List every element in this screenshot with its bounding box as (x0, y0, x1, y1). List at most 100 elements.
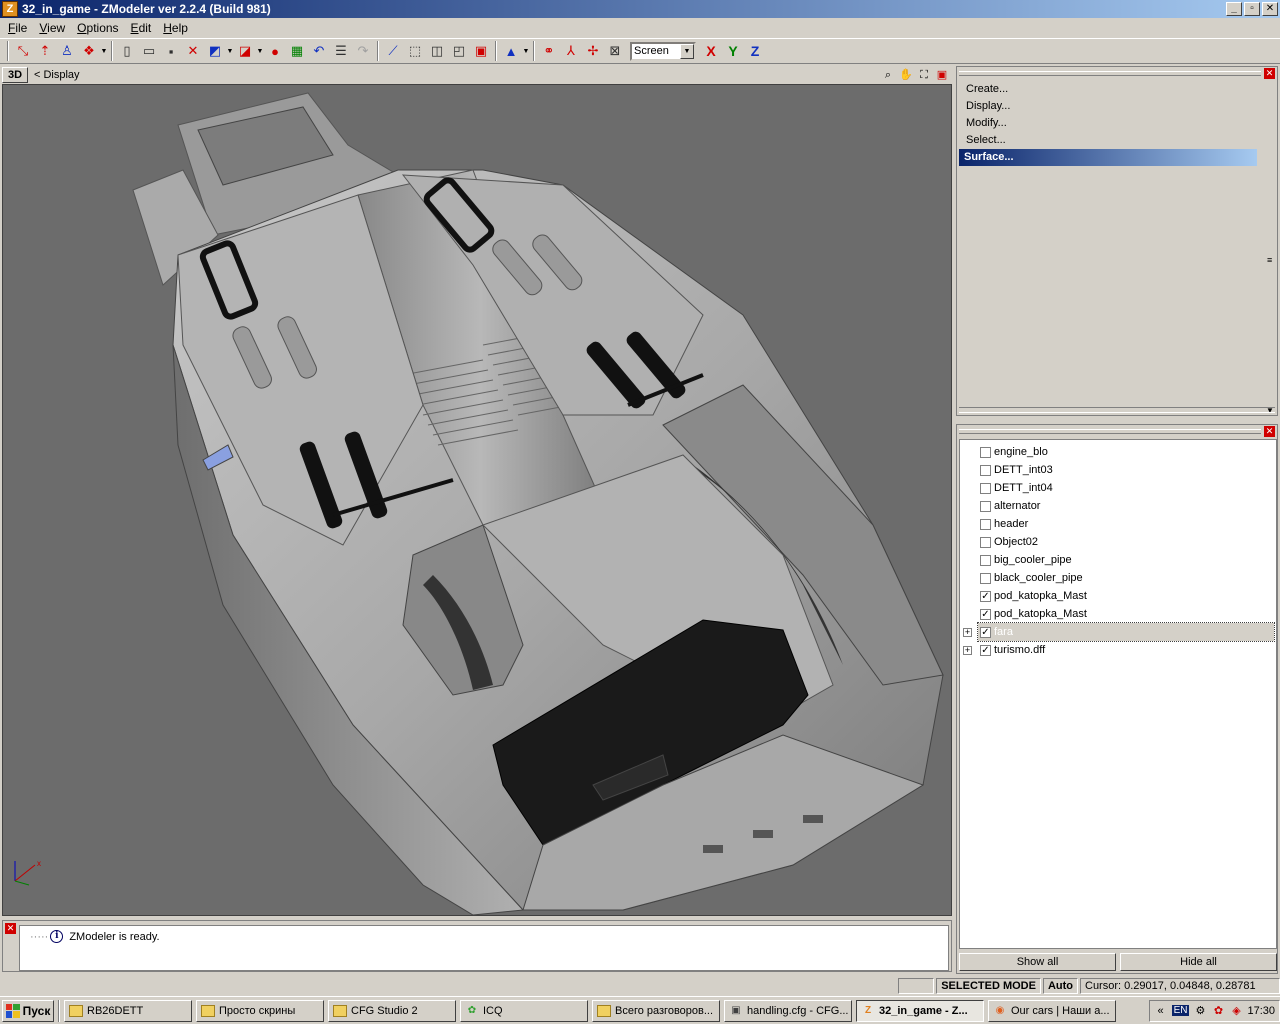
axis-x-button[interactable]: X (700, 43, 722, 59)
network-icon[interactable]: ⚙ (1193, 1004, 1207, 1018)
close-icon[interactable]: ✕ (5, 923, 16, 934)
taskbar-button[interactable]: ▣ handling.cfg - CFG... (724, 999, 852, 1022)
undo-icon[interactable]: ↶ (308, 40, 330, 62)
clock[interactable]: 17:30 (1247, 1005, 1275, 1017)
visibility-checkbox[interactable]: ✓ (980, 590, 991, 602)
tree-item[interactable]: + ✓ fara (963, 622, 1275, 642)
panel-grip[interactable] (959, 71, 1261, 76)
chevron-down-icon[interactable]: ▼ (680, 43, 694, 59)
tree-item[interactable]: Object02 (960, 533, 1276, 551)
visibility-checkbox[interactable] (980, 446, 991, 458)
command-select[interactable]: Select... (959, 132, 1259, 149)
command-display[interactable]: Display... (959, 98, 1259, 115)
tree-item[interactable]: black_cooler_pipe (960, 569, 1276, 587)
zoom-icon[interactable]: ⌕ (880, 68, 896, 82)
visibility-checkbox[interactable] (980, 536, 991, 548)
pan-hand-icon[interactable]: ✋ (898, 68, 914, 82)
antivirus-icon[interactable]: ✿ (1211, 1004, 1225, 1018)
record-icon[interactable]: ● (264, 40, 286, 62)
minimize-button[interactable]: _ (1226, 2, 1242, 16)
visibility-checkbox[interactable] (980, 518, 991, 530)
pyramid-icon[interactable]: ▲ (500, 40, 522, 62)
tree-item[interactable]: DETT_int04 (960, 479, 1276, 497)
vertex-mode-icon[interactable]: ⟋ (382, 40, 404, 62)
coordinate-system-select[interactable]: Screen ▼ (630, 41, 696, 61)
close-icon[interactable]: ✕ (1264, 426, 1275, 437)
chevron-down-icon[interactable]: ▼ (522, 48, 530, 55)
menu-view[interactable]: View (33, 21, 71, 35)
3d-viewport[interactable]: x (2, 84, 952, 916)
maximize-button[interactable]: ▫ (1244, 2, 1260, 16)
move-axis-icon[interactable]: ⅄ (560, 40, 582, 62)
chevron-down-icon[interactable]: ▼ (256, 48, 264, 55)
export-icon[interactable]: ◪ (234, 40, 256, 62)
menu-edit[interactable]: Edit (125, 21, 158, 35)
open-folder-icon[interactable]: ▭ (138, 40, 160, 62)
pick-tool-icon[interactable]: ⇡ (34, 40, 56, 62)
visibility-checkbox[interactable] (980, 482, 991, 494)
axis-y-button[interactable]: Y (722, 43, 744, 59)
panel-grip[interactable] (959, 429, 1261, 434)
visibility-checkbox[interactable]: ✓ (980, 644, 991, 656)
close-button[interactable]: ✕ (1262, 2, 1278, 16)
taskbar-button[interactable]: Всего разговоров... (592, 999, 720, 1022)
tree-item[interactable]: ✓ pod_katopka_Mast (960, 587, 1276, 605)
taskbar-button[interactable]: Z 32_in_game - Z... (856, 999, 984, 1022)
expand-icon[interactable]: + (963, 645, 972, 655)
fit-view-icon[interactable]: ⛶ (916, 68, 932, 82)
visibility-checkbox[interactable] (980, 554, 991, 566)
command-surface[interactable]: Surface... (959, 149, 1257, 166)
expand-icon[interactable]: + (963, 627, 972, 637)
chevron-down-icon[interactable]: ▼ (100, 48, 108, 55)
show-all-button[interactable]: Show all (959, 953, 1116, 971)
tree-item[interactable]: alternator (960, 497, 1276, 515)
visibility-checkbox[interactable]: ✓ (980, 626, 991, 638)
tree-item[interactable]: big_cooler_pipe (960, 551, 1276, 569)
tree-item[interactable]: ✓ pod_katopka_Mast (960, 605, 1276, 623)
cube-face-icon[interactable]: ◰ (448, 40, 470, 62)
save-icon[interactable]: ▪ (160, 40, 182, 62)
security-icon[interactable]: ◈ (1229, 1004, 1243, 1018)
tree-item[interactable]: header (960, 515, 1276, 533)
hide-all-button[interactable]: Hide all (1120, 953, 1277, 971)
figure-tool-icon[interactable]: ♙ (56, 40, 78, 62)
redo-icon[interactable]: ↷ (352, 40, 374, 62)
taskbar-button[interactable]: ◉ Our cars | Наши а... (988, 999, 1116, 1022)
menu-help[interactable]: Help (157, 21, 194, 35)
tree-item[interactable]: engine_blo (960, 443, 1276, 461)
tree-item[interactable]: + ✓ turismo.dff (960, 641, 1276, 659)
command-panel-scrollbar[interactable]: ≡ ▼ (1265, 79, 1277, 415)
scale-axis-icon[interactable]: ⊠ (604, 40, 626, 62)
cube-wire-icon[interactable]: ⬚ (404, 40, 426, 62)
axis-z-button[interactable]: Z (744, 43, 766, 59)
taskbar-button[interactable]: CFG Studio 2 (328, 999, 456, 1022)
panel-splitter[interactable] (959, 407, 1275, 413)
menu-file[interactable]: File (2, 21, 33, 35)
visibility-checkbox[interactable] (980, 500, 991, 512)
viewport-mode-button[interactable]: 3D (2, 67, 28, 83)
start-button[interactable]: Пуск (2, 999, 54, 1022)
language-indicator[interactable]: EN (1171, 1005, 1190, 1016)
visibility-checkbox[interactable] (980, 572, 991, 584)
rotate-axis-icon[interactable]: ✢ (582, 40, 604, 62)
new-file-icon[interactable]: ▯ (116, 40, 138, 62)
cube-edge-icon[interactable]: ◫ (426, 40, 448, 62)
taskbar-button[interactable]: Просто скрины (196, 999, 324, 1022)
command-modify[interactable]: Modify... (959, 115, 1259, 132)
visibility-checkbox[interactable] (980, 464, 991, 476)
group-tool-icon[interactable]: ❖ (78, 40, 100, 62)
viewport-name[interactable]: < Display (34, 69, 80, 81)
import-icon[interactable]: ◩ (204, 40, 226, 62)
visibility-checkbox[interactable]: ✓ (980, 608, 991, 620)
taskbar-button[interactable]: RB26DETT (64, 999, 192, 1022)
menu-options[interactable]: Options (71, 21, 124, 35)
maximize-viewport-icon[interactable]: ▣ (934, 68, 950, 82)
snap-icon[interactable]: ⚭ (538, 40, 560, 62)
taskbar-button[interactable]: ✿ ICQ (460, 999, 588, 1022)
close-icon[interactable]: ✕ (1264, 68, 1275, 79)
chevron-left-icon[interactable]: « (1154, 1004, 1168, 1018)
zmodeler-app-icon[interactable]: Z (2, 1, 18, 17)
cube-object-icon[interactable]: ▣ (470, 40, 492, 62)
delete-icon[interactable]: ✕ (182, 40, 204, 62)
properties-icon[interactable]: ☰ (330, 40, 352, 62)
